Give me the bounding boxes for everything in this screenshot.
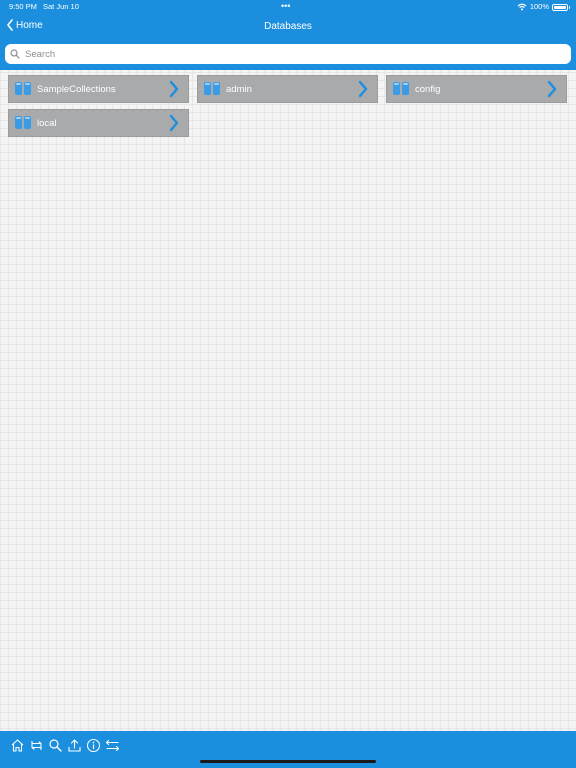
database-item[interactable]: config: [386, 75, 567, 103]
database-item[interactable]: admin: [197, 75, 378, 103]
navigation-bar: Home Databases: [0, 17, 576, 39]
database-icon: [15, 116, 31, 130]
battery-percent: 100%: [529, 2, 549, 11]
database-icon: [393, 82, 409, 96]
search-icon: [10, 49, 20, 59]
chevron-right-icon: [547, 80, 557, 98]
database-item[interactable]: SampleCollections: [8, 75, 189, 103]
info-icon[interactable]: [86, 738, 101, 753]
chevron-right-icon: [169, 114, 179, 132]
search-input[interactable]: [23, 47, 527, 61]
battery-icon: [552, 3, 570, 11]
upload-icon[interactable]: [67, 738, 82, 753]
home-indicator[interactable]: [200, 760, 376, 763]
multitask-dots[interactable]: •••: [281, 0, 290, 13]
page-title: Databases: [264, 21, 312, 32]
wifi-icon: [517, 3, 527, 11]
database-item[interactable]: local: [8, 109, 189, 137]
status-date: Sat Jun 10: [43, 2, 79, 11]
toolbar-icons: [10, 738, 120, 753]
database-name: config: [415, 83, 441, 95]
refresh-icon[interactable]: [29, 738, 44, 753]
database-icon: [15, 82, 31, 96]
database-name: SampleCollections: [37, 83, 116, 95]
chevron-right-icon: [169, 80, 179, 98]
database-icon: [204, 82, 220, 96]
search-icon[interactable]: [48, 738, 63, 753]
header-bar: 9:50 PM Sat Jun 10 ••• 100% Home Databas…: [0, 0, 576, 70]
search-bar[interactable]: [5, 44, 571, 64]
status-right: 100%: [517, 0, 570, 14]
database-name: admin: [226, 83, 252, 95]
chevron-right-icon: [358, 80, 368, 98]
home-icon[interactable]: [10, 738, 25, 753]
database-name: local: [37, 117, 57, 129]
bottom-toolbar: [0, 731, 576, 768]
status-bar: 9:50 PM Sat Jun 10 ••• 100%: [0, 0, 576, 16]
status-time: 9:50 PM: [9, 2, 37, 11]
transfer-icon[interactable]: [105, 738, 120, 753]
